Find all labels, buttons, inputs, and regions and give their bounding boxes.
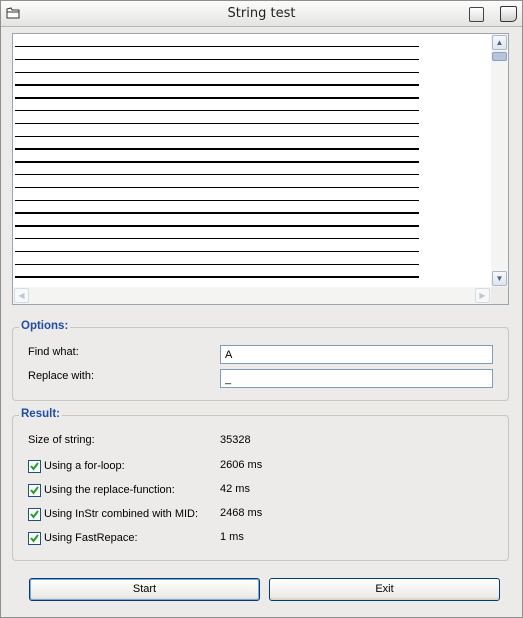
scroll-right-icon[interactable]: ▶ <box>475 288 490 303</box>
minimize-button[interactable] <box>469 7 484 22</box>
listbox-line <box>15 225 419 227</box>
scroll-thumb[interactable] <box>492 52 507 61</box>
listbox-line <box>15 276 419 278</box>
instr-mid-value: 2468 ms <box>220 507 263 519</box>
options-legend: Options: <box>19 320 71 332</box>
listbox-line <box>15 199 419 201</box>
for-loop-label: Using a for-loop: <box>44 460 125 472</box>
listbox-line <box>15 71 419 73</box>
instr-mid-checkbox[interactable] <box>28 508 41 521</box>
listbox-lines <box>15 46 419 289</box>
scroll-up-icon[interactable]: ▲ <box>492 35 507 50</box>
listbox-line <box>15 46 419 48</box>
find-label: Find what: <box>28 346 79 358</box>
instr-mid-label: Using InStr combined with MID: <box>44 508 199 520</box>
for-loop-value: 2606 ms <box>220 459 263 471</box>
scroll-down-icon[interactable]: ▼ <box>492 271 507 286</box>
listbox-line <box>15 186 419 189</box>
replace-function-label: Using the replace-function: <box>44 484 175 496</box>
listbox-line <box>15 122 419 125</box>
listbox-line <box>15 84 419 86</box>
result-legend: Result: <box>19 408 62 420</box>
output-listbox[interactable]: ▲ ▼ ◀ ▶ <box>12 33 509 305</box>
listbox-line <box>15 135 419 137</box>
vertical-scrollbar[interactable]: ▲ ▼ <box>491 34 508 288</box>
exit-button[interactable]: Exit <box>269 578 500 601</box>
find-input[interactable] <box>220 345 493 364</box>
listbox-line <box>15 237 419 240</box>
fastrepace-label: Using FastRepace: <box>44 532 138 544</box>
listbox-line <box>15 97 419 99</box>
main-window: String test ▲ ▼ ◀ ▶ Options: Find what: … <box>0 0 523 618</box>
close-button[interactable] <box>500 6 517 22</box>
fastrepace-checkbox[interactable] <box>28 532 41 545</box>
listbox-line <box>15 250 419 253</box>
listbox-line <box>15 161 419 163</box>
listbox-line <box>15 58 419 61</box>
options-group: Options: Find what: Replace with: <box>12 320 509 401</box>
window-title: String test <box>227 6 296 21</box>
listbox-line <box>15 148 419 150</box>
scroll-left-icon[interactable]: ◀ <box>14 288 29 303</box>
scrollbar-corner <box>491 287 508 304</box>
listbox-line <box>15 212 419 214</box>
size-label: Size of string: <box>28 434 95 446</box>
horizontal-scrollbar[interactable]: ◀ ▶ <box>13 287 491 304</box>
title-bar[interactable]: String test <box>1 1 522 27</box>
result-group: Result: Size of string: 35328 Using a fo… <box>12 408 509 561</box>
listbox-line <box>15 173 419 176</box>
listbox-line <box>15 109 419 112</box>
replace-input[interactable] <box>220 369 493 388</box>
replace-function-value: 42 ms <box>220 483 250 495</box>
replace-label: Replace with: <box>28 370 95 382</box>
replace-function-checkbox[interactable] <box>28 484 41 497</box>
for-loop-checkbox[interactable] <box>28 460 41 473</box>
start-button[interactable]: Start <box>29 578 260 601</box>
listbox-line <box>15 263 419 265</box>
size-value: 35328 <box>220 434 251 446</box>
fastrepace-value: 1 ms <box>220 531 244 543</box>
